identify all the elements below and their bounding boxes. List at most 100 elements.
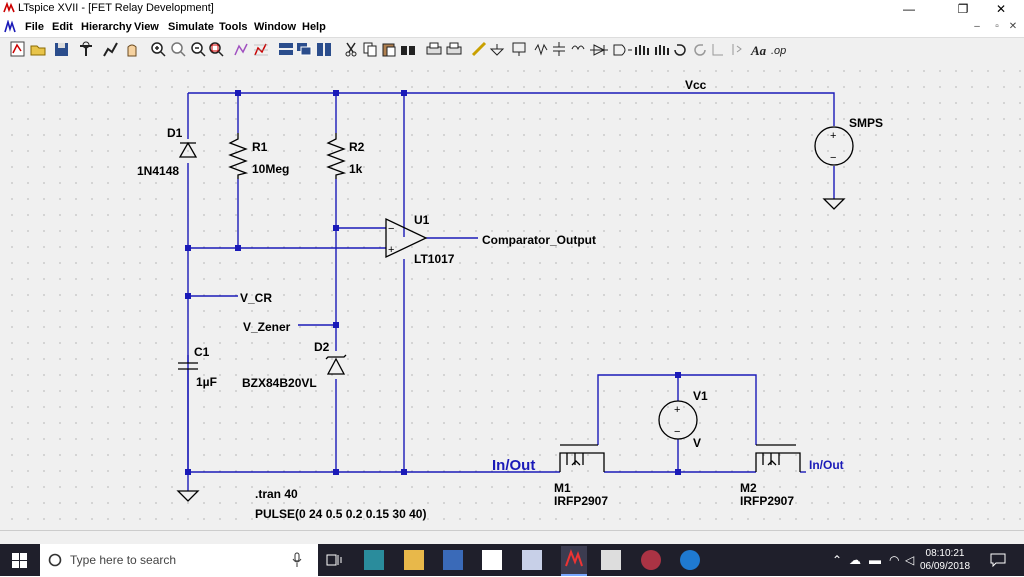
minimize-button[interactable]: — [886, 0, 932, 18]
label-icon[interactable] [512, 42, 526, 56]
taskbar-app-1-icon[interactable] [364, 550, 384, 570]
schematic-drawing[interactable]: + − + − − + D1 1N4148 R1 10Meg R2 1k U1 … [0, 61, 1024, 530]
u1-ref-label[interactable]: U1 [414, 213, 430, 227]
schematic-canvas[interactable]: + − + − − + D1 1N4148 R1 10Meg R2 1k U1 … [0, 61, 1024, 530]
volume-icon[interactable]: ◁ [905, 553, 914, 567]
menu-window[interactable]: Window [254, 21, 296, 33]
windows-start-icon[interactable] [12, 553, 27, 568]
r1-value-label[interactable]: 10Meg [252, 162, 289, 176]
pulse-directive[interactable]: PULSE(0 24 0.5 0.2 0.15 30 40) [255, 507, 426, 521]
copy-icon[interactable] [363, 42, 377, 57]
smps-ref-label[interactable]: SMPS [849, 116, 883, 130]
open-icon[interactable] [30, 45, 46, 56]
inductor-icon[interactable] [571, 45, 585, 51]
d2-ref-label[interactable]: D2 [314, 340, 330, 354]
schematic-icon[interactable] [10, 41, 25, 57]
spice-directive-icon[interactable]: .op [771, 45, 786, 57]
task-view-icon[interactable] [326, 553, 342, 567]
zoom-in-icon[interactable] [151, 42, 166, 57]
net-label-v-zener[interactable]: V_Zener [243, 320, 291, 334]
c1-value-label[interactable]: 1µF [196, 375, 217, 389]
d2-value-label[interactable]: BZX84B20VL [242, 376, 317, 390]
autorange-icon[interactable] [234, 43, 248, 56]
v1-value-label[interactable]: V [693, 436, 701, 450]
notes-icon[interactable] [522, 550, 542, 570]
net-label-in-out-left[interactable]: In/Out [492, 457, 535, 474]
net-label-in-out-right[interactable]: In/Out [809, 458, 844, 472]
cut-icon[interactable] [345, 42, 357, 57]
r2-value-label[interactable]: 1k [349, 162, 363, 176]
paint-icon[interactable] [641, 550, 661, 570]
tile-vertical-icon[interactable] [317, 43, 331, 56]
m1-ref-label[interactable]: M1 [554, 481, 571, 495]
save-icon[interactable] [55, 43, 68, 56]
menu-file[interactable]: File [25, 21, 44, 33]
menu-hierarchy[interactable]: Hierarchy [81, 21, 132, 33]
print-setup-icon[interactable] [426, 42, 442, 55]
edge-browser-icon[interactable] [680, 550, 700, 570]
rotate-icon[interactable] [712, 44, 723, 56]
tile-horizontal-icon[interactable] [279, 43, 293, 55]
d1-ref-label[interactable]: D1 [167, 126, 183, 140]
r2-ref-label[interactable]: R2 [349, 140, 365, 154]
store-icon[interactable] [443, 550, 463, 570]
net-label-vcc[interactable]: Vcc [685, 78, 707, 92]
zoom-pan-icon[interactable] [171, 42, 186, 57]
mdi-close-button[interactable]: ✕ [1002, 21, 1024, 32]
onedrive-icon[interactable]: ☁ [849, 553, 861, 567]
file-explorer-icon[interactable] [404, 550, 424, 570]
halt-icon[interactable] [127, 44, 137, 57]
ground-icon[interactable] [489, 44, 505, 56]
undo-icon[interactable] [674, 44, 686, 56]
action-center-icon[interactable] [990, 553, 1006, 567]
resistor-icon[interactable] [534, 43, 548, 56]
menu-edit[interactable]: Edit [52, 21, 73, 33]
tray-app-icon[interactable]: ▬ [869, 553, 881, 567]
capacitor-icon[interactable] [553, 42, 565, 56]
taskbar-search-box[interactable]: Type here to search [40, 544, 318, 576]
cascade-icon[interactable] [297, 43, 312, 56]
calculator-icon[interactable] [601, 550, 621, 570]
diode-icon[interactable] [590, 44, 608, 56]
m2-ref-label[interactable]: M2 [740, 481, 757, 495]
print-icon[interactable] [446, 42, 462, 55]
drag-icon[interactable] [655, 45, 669, 55]
zoom-fit-icon[interactable] [209, 42, 224, 57]
document-icon[interactable] [482, 550, 502, 570]
v1-ref-label[interactable]: V1 [693, 389, 708, 403]
r1-ref-label[interactable]: R1 [252, 140, 268, 154]
ltspice-taskbar-icon[interactable] [561, 546, 587, 576]
component-icon[interactable] [613, 44, 632, 56]
net-label-v-cr[interactable]: V_CR [240, 291, 272, 305]
wifi-icon[interactable]: ◠ [889, 553, 899, 567]
net-label-comparator-output[interactable]: Comparator_Output [482, 233, 596, 247]
m1-value-label[interactable]: IRFP2907 [554, 494, 608, 508]
menu-tools[interactable]: Tools [219, 21, 248, 33]
wire-icon[interactable] [471, 41, 487, 57]
mdi-minimize-button[interactable]: – [966, 21, 988, 32]
tray-chevron-icon[interactable]: ⌃ [832, 553, 842, 567]
system-clock[interactable]: 08:10:21 06/09/2018 [918, 547, 972, 573]
text-icon[interactable]: Aa [750, 43, 767, 58]
c1-ref-label[interactable]: C1 [194, 345, 210, 359]
control-panel-icon[interactable] [80, 41, 92, 56]
tran-directive[interactable]: .tran 40 [255, 487, 298, 501]
paste-icon[interactable] [382, 43, 396, 57]
menu-simulate[interactable]: Simulate [168, 21, 214, 33]
grid-icon[interactable] [254, 43, 268, 56]
menu-help[interactable]: Help [302, 21, 326, 33]
menu-view[interactable]: View [134, 21, 159, 33]
move-icon[interactable] [635, 45, 649, 55]
run-icon[interactable] [103, 42, 118, 57]
close-button[interactable]: ✕ [978, 0, 1024, 18]
d1-value-label[interactable]: 1N4148 [137, 164, 179, 178]
m2-value-label[interactable]: IRFP2907 [740, 494, 794, 508]
mdi-document-icon[interactable] [3, 20, 17, 34]
u1-value-label[interactable]: LT1017 [414, 252, 455, 266]
find-icon[interactable] [401, 46, 415, 55]
components[interactable] [176, 126, 854, 502]
microphone-icon[interactable] [292, 552, 302, 568]
mirror-icon[interactable] [732, 44, 742, 55]
redo-icon[interactable] [694, 44, 706, 56]
zoom-out-icon[interactable] [191, 42, 206, 57]
